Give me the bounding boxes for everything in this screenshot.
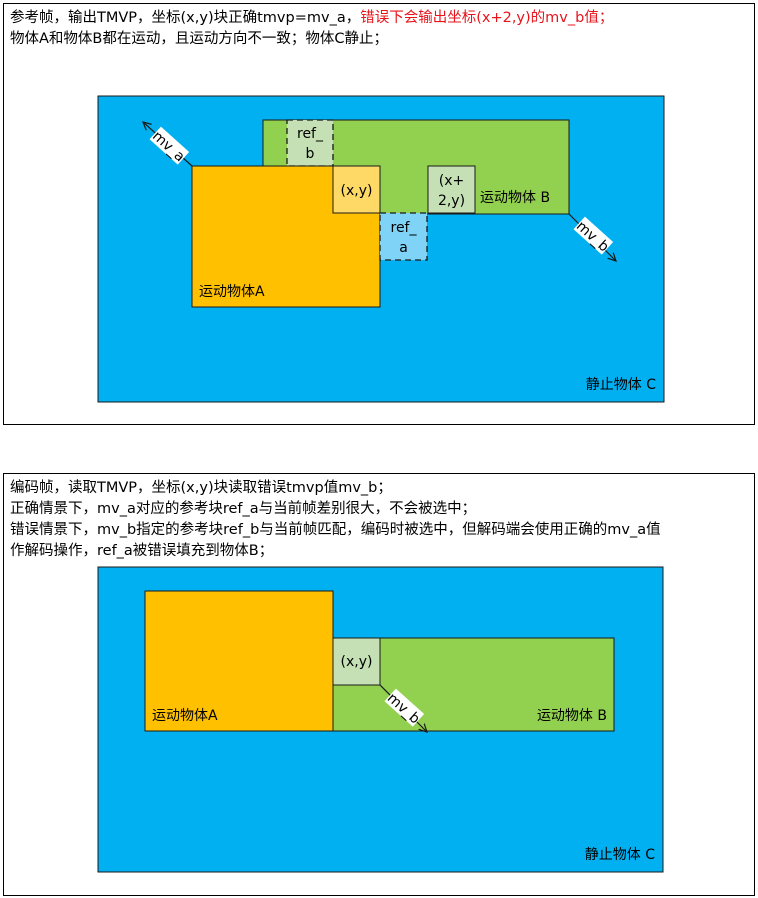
moving-object-a-label: 运动物体A <box>199 284 265 300</box>
block-x-plus-2-label-line2: 2,y) <box>438 193 465 209</box>
encoding-frame-panel: 编码帧，读取TMVP，坐标(x,y)块读取错误tmvp值mv_b； 正确情景下，… <box>3 473 755 896</box>
static-object-c-label: 静止物体 C <box>586 377 656 393</box>
moving-object-b-label: 运动物体 B <box>537 708 607 724</box>
block-x-plus-2-label-line1: (x+ <box>439 173 464 189</box>
ref-b-label-line2: b <box>306 146 315 162</box>
reference-frame-panel: 参考帧，输出TMVP，坐标(x,y)块正确tmvp=mv_a，错误下会输出坐标(… <box>3 3 755 425</box>
moving-object-b-label: 运动物体 B <box>480 190 550 206</box>
ref-b-label-line1: ref_ <box>297 126 324 142</box>
encoding-frame-diagram: mv_b (x,y) 运动物体A 运动物体 B 静止物体 C <box>97 566 664 873</box>
ref-a-label-line2: a <box>399 240 408 256</box>
block-xy-label: (x,y) <box>341 183 373 199</box>
static-object-c-label: 静止物体 C <box>585 847 655 863</box>
moving-object-a-label: 运动物体A <box>152 708 218 724</box>
reference-frame-diagram: mv_a mv_b ref_ b (x,y) (x+ 2,y) ref_ a 运… <box>97 95 665 403</box>
block-xy-label: (x,y) <box>341 654 373 670</box>
ref-a-label-line1: ref_ <box>391 220 418 236</box>
